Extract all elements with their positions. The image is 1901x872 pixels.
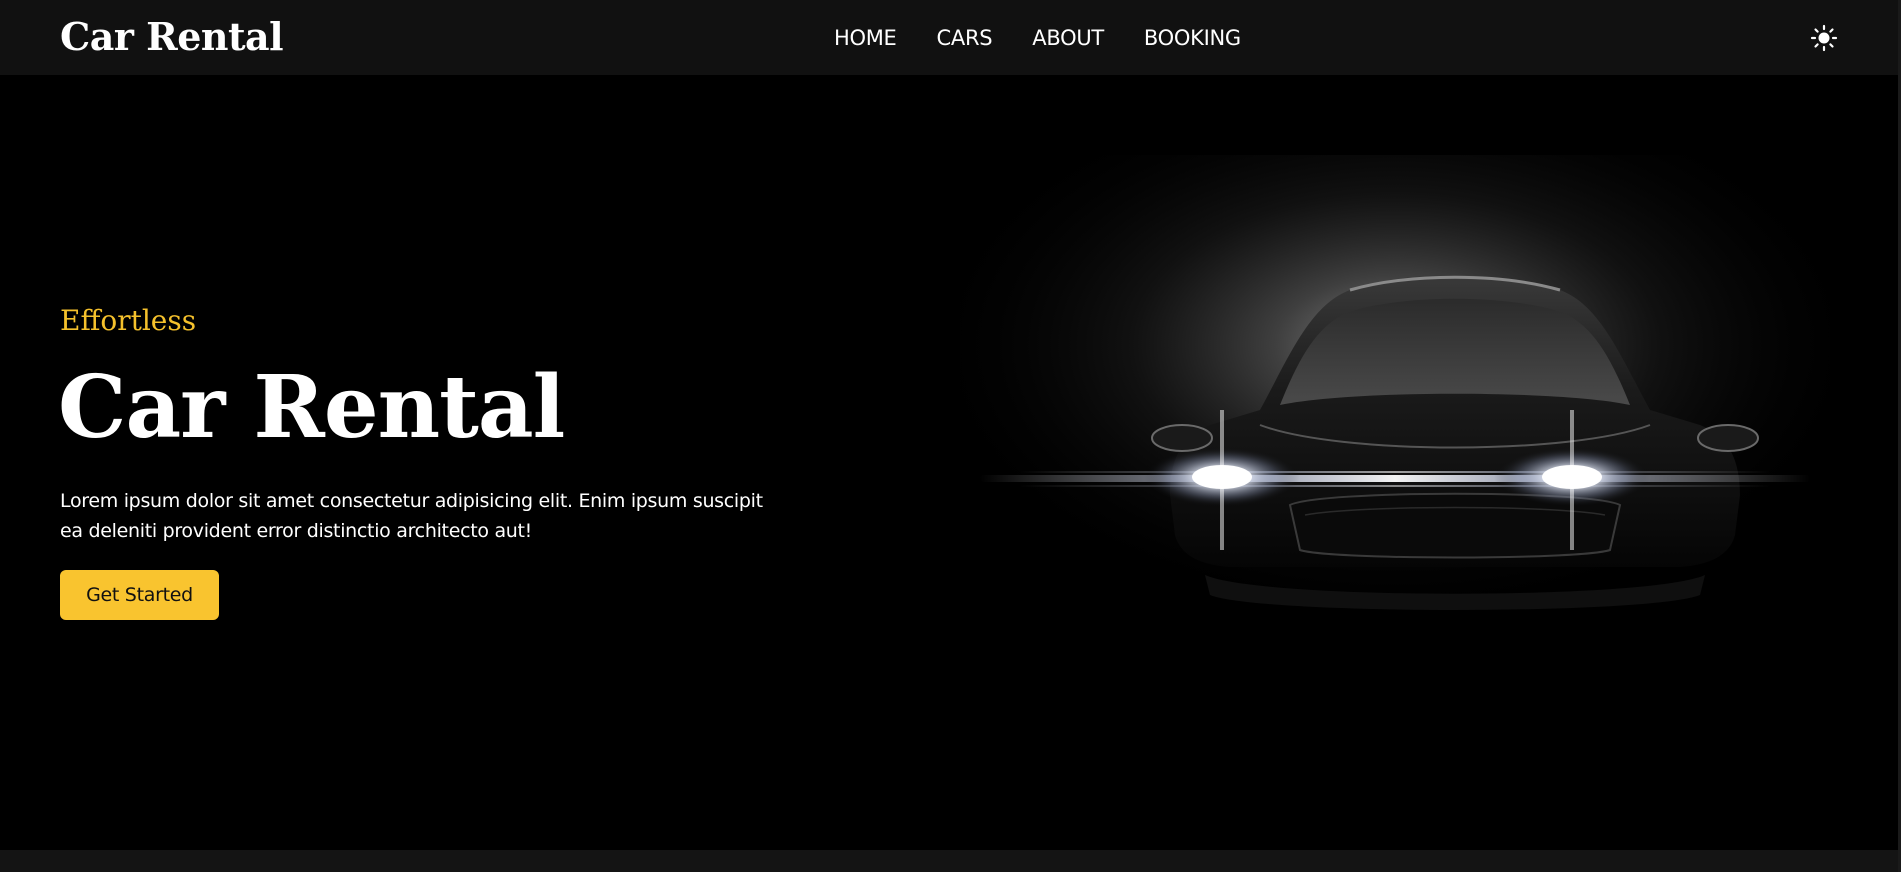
hero-kicker: Effortless xyxy=(60,304,197,337)
nav-link-home[interactable]: HOME xyxy=(834,22,897,54)
nav-link-booking[interactable]: BOOKING xyxy=(1144,22,1241,54)
hero-description: Lorem ipsum dolor sit amet consectetur a… xyxy=(60,490,763,542)
get-started-button[interactable]: Get Started xyxy=(60,570,219,620)
bottom-strip xyxy=(0,850,1901,872)
hero-title: Car Rental xyxy=(58,357,565,458)
nav-link-about[interactable]: ABOUT xyxy=(1032,22,1104,54)
brand-logo[interactable]: Car Rental xyxy=(60,13,284,61)
hero-section: Effortless Car Rental Lorem ipsum dolor … xyxy=(0,75,1901,850)
nav-links: HOME CARS ABOUT BOOKING xyxy=(834,22,1281,54)
page: Car Rental HOME CARS ABOUT BOOKING Effor… xyxy=(0,0,1901,872)
sun-icon xyxy=(1810,24,1838,52)
navbar: Car Rental HOME CARS ABOUT BOOKING xyxy=(0,0,1901,75)
nav-link-cars[interactable]: CARS xyxy=(937,22,993,54)
car-headlights-illustration xyxy=(960,155,1830,655)
theme-toggle-button[interactable] xyxy=(1810,24,1838,52)
